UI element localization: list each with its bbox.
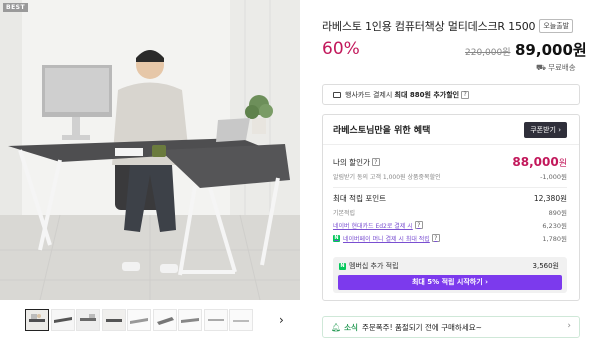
help-icon[interactable]: ? — [461, 90, 470, 99]
product-title: 라베스토 1인용 컴퓨터책상 멀티데스크R 1500 — [322, 20, 536, 33]
card-promo-prefix: 행사카드 결제시 — [345, 90, 395, 99]
membership-value: 3,560원 — [532, 262, 559, 270]
alarm-discount-label: 알림받기 동의 고객 1,000원 상품중복할인 — [333, 173, 441, 181]
membership-label: 멤버십 추가 적립 — [349, 262, 399, 270]
news-banner[interactable]: 🔔︎ 소식 주문폭주! 품절되기 전에 구매하세요~ › — [322, 316, 580, 338]
product-photo-illustration — [0, 0, 300, 300]
product-info-panel: 라베스토 1인용 컴퓨터책상 멀티데스크R 1500 오늘출발 60% 220,… — [300, 0, 600, 347]
max-points-value: 12,380원 — [533, 194, 567, 203]
bell-icon: 🔔︎ — [331, 322, 342, 332]
today-shipping-badge: 오늘출발 — [539, 19, 574, 33]
thumbnail-8[interactable] — [203, 309, 228, 331]
shipping-info: ⛟ 무료배송 — [536, 62, 576, 73]
hyundai-card-link[interactable]: 네이버 현대카드 Ed2로 결제 시? — [333, 221, 423, 230]
npay-icon: N — [333, 234, 340, 242]
news-text: 주문폭주! 품절되기 전에 구매하세요~ — [361, 322, 482, 332]
original-price: 220,000원 — [465, 48, 511, 58]
shipping-text: 무료배송 — [548, 63, 576, 72]
benefit-header: 라베스토님만을 위한 혜택 쿠폰받기 › — [323, 115, 579, 145]
thumbnail-1[interactable] — [25, 309, 49, 331]
npay-money-label: 네이버페이 머니 결제 시 최대 적립 — [343, 235, 430, 243]
npay-money-link[interactable]: N 네이버페이 머니 결제 시 최대 적립? — [333, 234, 440, 243]
card-promo-highlight: 최대 880원 추가할인 — [394, 90, 460, 99]
benefit-box: 라베스토님만을 위한 혜택 쿠폰받기 › 나의 할인가? 88,000원 알림받… — [322, 114, 580, 301]
thumbnail-3[interactable] — [76, 309, 100, 331]
divider — [333, 187, 567, 188]
membership-label-wrap: N 멤버십 추가 적립 — [339, 261, 399, 271]
thumbnail-4[interactable] — [101, 309, 126, 331]
thumbnail-2[interactable] — [50, 309, 75, 331]
npay-money-value: 1,780원 — [542, 235, 567, 243]
membership-row: N 멤버십 추가 적립 3,560원 — [339, 261, 559, 271]
alarm-discount-row: 알림받기 동의 고객 1,000원 상품중복할인 -1,000원 — [333, 171, 567, 181]
sale-price: 89,000원 — [515, 41, 587, 59]
my-price-label-wrap: 나의 할인가? — [333, 157, 380, 168]
my-price-label: 나의 할인가 — [333, 157, 370, 167]
chevron-right-icon[interactable]: › — [279, 313, 284, 327]
news-tag: 소식 — [344, 322, 358, 332]
title-row: 라베스토 1인용 컴퓨터책상 멀티데스크R 1500 오늘출발 — [322, 18, 574, 34]
membership-box: N 멤버십 추가 적립 3,560원 최대 5% 적립 시작하기 › — [333, 257, 567, 293]
thumbnail-strip — [25, 309, 255, 331]
my-price-unit: 원 — [558, 159, 567, 169]
hyundai-card-label: 네이버 현대카드 Ed2로 결제 시 — [333, 222, 413, 230]
card-promo-banner[interactable]: 행사카드 결제시 최대 880원 추가할인 ? — [322, 84, 580, 105]
get-coupon-label: 쿠폰받기 — [530, 125, 556, 134]
credit-card-icon — [333, 91, 341, 98]
my-price-row: 나의 할인가? 88,000원 — [333, 155, 567, 169]
thumbnail-7[interactable] — [178, 309, 202, 331]
main-product-image[interactable]: BEST — [0, 0, 300, 300]
help-icon[interactable]: ? — [431, 234, 440, 242]
basic-points-label: 기본적립 — [333, 209, 356, 217]
max-points-row: 최대 적립 포인트 12,380원 — [333, 193, 567, 204]
npay-money-row: N 네이버페이 머니 결제 시 최대 적립? 1,780원 — [333, 233, 567, 243]
npay-plus-icon: N — [339, 262, 346, 270]
basic-points-row: 기본적립 890원 — [333, 207, 567, 217]
thumbnail-9[interactable] — [229, 309, 253, 331]
chevron-right-icon: › — [567, 321, 571, 331]
help-icon[interactable]: ? — [371, 158, 380, 166]
chevron-right-icon: › — [558, 125, 561, 134]
chevron-right-icon: › — [485, 278, 489, 286]
discount-rate: 60% — [322, 39, 360, 59]
my-price-number: 88,000 — [512, 155, 559, 169]
basic-points-value: 890원 — [548, 209, 567, 217]
hyundai-card-row: 네이버 현대카드 Ed2로 결제 시? 6,230원 — [333, 220, 567, 230]
get-coupon-button[interactable]: 쿠폰받기 › — [524, 121, 567, 138]
start-membership-button[interactable]: 최대 5% 적립 시작하기 › — [338, 275, 562, 290]
start-membership-label: 최대 5% 적립 시작하기 — [411, 278, 483, 286]
thumbnail-5[interactable] — [127, 309, 151, 331]
benefit-title: 라베스토님만을 위한 혜택 — [333, 126, 431, 136]
product-gallery: BEST › — [0, 0, 300, 347]
best-badge: BEST — [3, 3, 29, 12]
my-price-value: 88,000원 — [512, 155, 567, 169]
card-promo-text: 행사카드 결제시 최대 880원 추가할인 — [345, 90, 459, 100]
truck-icon: ⛟ — [536, 62, 547, 72]
thumbnail-6[interactable] — [152, 309, 177, 331]
max-points-label: 최대 적립 포인트 — [333, 194, 387, 203]
hyundai-card-value: 6,230원 — [542, 222, 567, 230]
alarm-discount-value: -1,000원 — [540, 173, 567, 181]
help-icon[interactable]: ? — [414, 221, 423, 229]
